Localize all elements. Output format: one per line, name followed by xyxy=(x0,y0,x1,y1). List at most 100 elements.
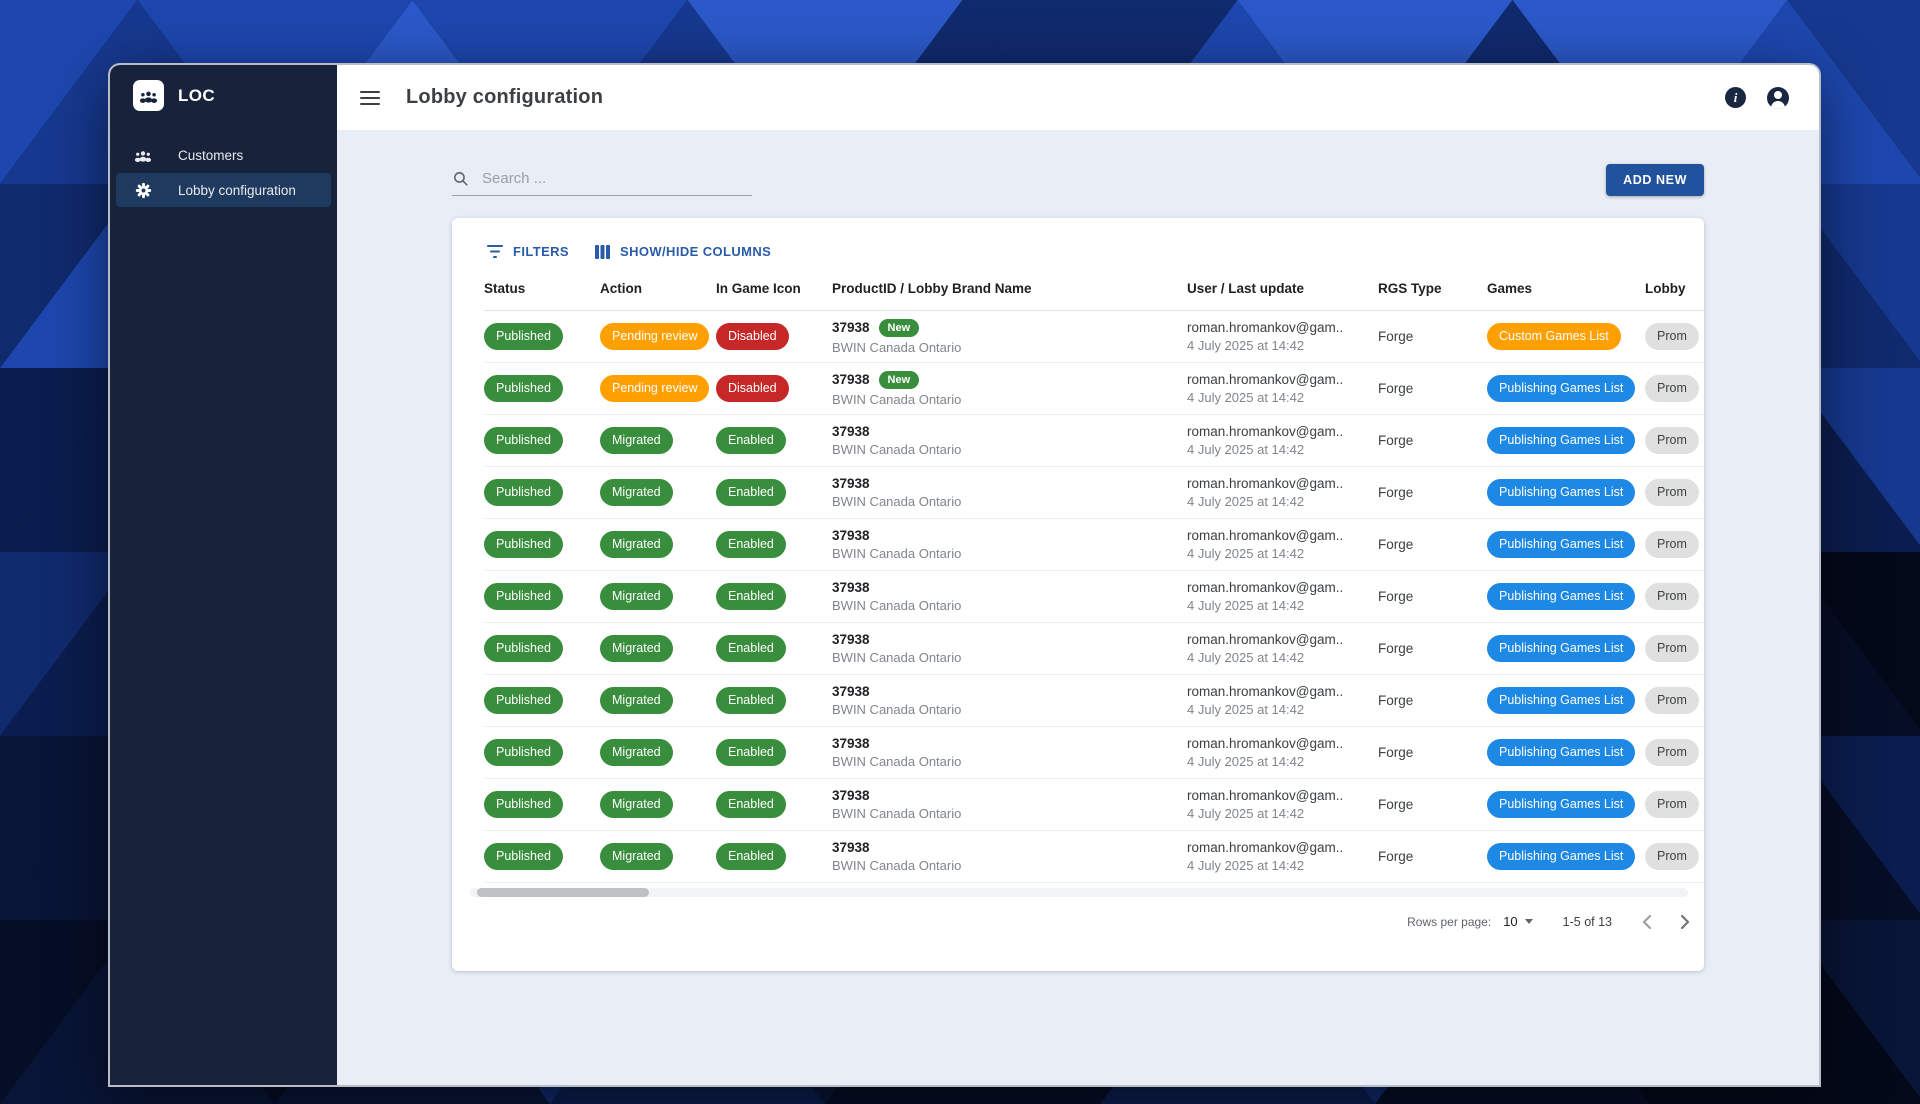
in-game-icon-badge: Enabled xyxy=(716,635,786,661)
product-id: 37938 xyxy=(832,320,870,335)
rows-per-page-select[interactable]: 10 xyxy=(1503,914,1532,929)
in-game-icon-badge: Disabled xyxy=(716,375,789,401)
filters-button[interactable]: FILTERS xyxy=(487,244,569,259)
brand-name: BWIN Canada Ontario xyxy=(832,806,1177,821)
sidebar-item-label: Customers xyxy=(178,148,243,163)
user-email: roman.hromankov@gam.. xyxy=(1187,528,1368,543)
user-email: roman.hromankov@gam.. xyxy=(1187,580,1368,595)
app-window: LOC Customers xyxy=(110,65,1819,1085)
sidebar: LOC Customers xyxy=(110,65,337,1085)
rgs-type: Forge xyxy=(1378,849,1413,864)
last-update: 4 July 2025 at 14:42 xyxy=(1187,858,1368,873)
sidebar-item-customers[interactable]: Customers xyxy=(116,138,331,172)
user-email: roman.hromankov@gam.. xyxy=(1187,320,1368,335)
column-header: Status xyxy=(484,271,600,311)
scrollbar-thumb[interactable] xyxy=(477,888,649,897)
show-hide-columns-label: SHOW/HIDE COLUMNS xyxy=(620,244,771,259)
brand-name: BWIN Canada Ontario xyxy=(832,546,1177,561)
previous-page-button[interactable] xyxy=(1642,915,1651,929)
last-update: 4 July 2025 at 14:42 xyxy=(1187,598,1368,613)
user-email: roman.hromankov@gam.. xyxy=(1187,632,1368,647)
table-row[interactable]: PublishedMigratedEnabled37938BWIN Canada… xyxy=(484,519,1704,571)
add-new-button[interactable]: ADD NEW xyxy=(1606,164,1704,196)
brand-name: BWIN Canada Ontario xyxy=(832,858,1177,873)
table-row[interactable]: PublishedMigratedEnabled37938BWIN Canada… xyxy=(484,623,1704,675)
rgs-type: Forge xyxy=(1378,693,1413,708)
table-row[interactable]: PublishedPending reviewDisabled37938NewB… xyxy=(484,363,1704,415)
show-hide-columns-button[interactable]: SHOW/HIDE COLUMNS xyxy=(595,244,771,259)
action-badge: Migrated xyxy=(600,739,673,765)
lobby-badge: Prom xyxy=(1645,739,1699,765)
table-row[interactable]: PublishedMigratedEnabled37938BWIN Canada… xyxy=(484,571,1704,623)
main-area: Lobby configuration ADD NEW xyxy=(337,65,1819,1085)
rgs-type: Forge xyxy=(1378,797,1413,812)
status-badge: Published xyxy=(484,323,563,349)
product-id: 37938 xyxy=(832,840,870,855)
rgs-type: Forge xyxy=(1378,433,1413,448)
new-badge: New xyxy=(879,319,920,337)
last-update: 4 July 2025 at 14:42 xyxy=(1187,546,1368,561)
games-badge: Publishing Games List xyxy=(1487,479,1635,505)
table-wrap: StatusActionIn Game IconProductID / Lobb… xyxy=(452,271,1704,883)
action-badge: Pending review xyxy=(600,375,709,401)
table-row[interactable]: PublishedMigratedEnabled37938BWIN Canada… xyxy=(484,831,1704,883)
search-input[interactable] xyxy=(480,169,752,188)
in-game-icon-badge: Enabled xyxy=(716,479,786,505)
next-page-button[interactable] xyxy=(1681,915,1690,929)
horizontal-scrollbar[interactable] xyxy=(470,888,1688,897)
info-icon[interactable] xyxy=(1725,87,1746,108)
logo-people-icon xyxy=(133,80,164,111)
column-header: In Game Icon xyxy=(716,271,832,311)
in-game-icon-badge: Enabled xyxy=(716,687,786,713)
games-badge: Publishing Games List xyxy=(1487,635,1635,661)
sidebar-item-lobby-configuration[interactable]: Lobby configuration xyxy=(116,173,331,207)
column-header: Lobby xyxy=(1645,271,1704,311)
user-email: roman.hromankov@gam.. xyxy=(1187,736,1368,751)
lobby-badge: Prom xyxy=(1645,843,1699,869)
games-badge: Publishing Games List xyxy=(1487,375,1635,401)
action-badge: Migrated xyxy=(600,427,673,453)
status-badge: Published xyxy=(484,843,563,869)
in-game-icon-badge: Enabled xyxy=(716,739,786,765)
last-update: 4 July 2025 at 14:42 xyxy=(1187,390,1368,405)
pagination: Rows per page: 10 1-5 of 13 xyxy=(452,897,1704,929)
rgs-type: Forge xyxy=(1378,537,1413,552)
in-game-icon-badge: Enabled xyxy=(716,843,786,869)
table-row[interactable]: PublishedMigratedEnabled37938BWIN Canada… xyxy=(484,467,1704,519)
gear-icon xyxy=(133,182,153,199)
user-email: roman.hromankov@gam.. xyxy=(1187,476,1368,491)
table-row[interactable]: PublishedPending reviewDisabled37938NewB… xyxy=(484,311,1704,363)
table-row[interactable]: PublishedMigratedEnabled37938BWIN Canada… xyxy=(484,415,1704,467)
search-field[interactable] xyxy=(452,169,752,196)
games-badge: Publishing Games List xyxy=(1487,843,1635,869)
topbar: Lobby configuration xyxy=(337,65,1819,130)
table-row[interactable]: PublishedMigratedEnabled37938BWIN Canada… xyxy=(484,779,1704,831)
in-game-icon-badge: Enabled xyxy=(716,583,786,609)
menu-icon[interactable] xyxy=(360,91,380,105)
product-id: 37938 xyxy=(832,684,870,699)
games-badge: Custom Games List xyxy=(1487,323,1621,349)
last-update: 4 July 2025 at 14:42 xyxy=(1187,806,1368,821)
rgs-type: Forge xyxy=(1378,485,1413,500)
user-email: roman.hromankov@gam.. xyxy=(1187,424,1368,439)
app-logo: LOC xyxy=(110,65,337,111)
filters-label: FILTERS xyxy=(513,244,569,259)
brand-name: BWIN Canada Ontario xyxy=(832,702,1177,717)
lobby-badge: Prom xyxy=(1645,583,1699,609)
product-id: 37938 xyxy=(832,580,870,595)
last-update: 4 July 2025 at 14:42 xyxy=(1187,702,1368,717)
column-header: Games xyxy=(1487,271,1645,311)
table-row[interactable]: PublishedMigratedEnabled37938BWIN Canada… xyxy=(484,675,1704,727)
table-row[interactable]: PublishedMigratedEnabled37938BWIN Canada… xyxy=(484,727,1704,779)
action-badge: Migrated xyxy=(600,635,673,661)
status-badge: Published xyxy=(484,739,563,765)
account-icon[interactable] xyxy=(1767,87,1789,109)
lobby-badge: Prom xyxy=(1645,323,1699,349)
in-game-icon-badge: Enabled xyxy=(716,791,786,817)
in-game-icon-badge: Enabled xyxy=(716,531,786,557)
sidebar-nav: Customers Lobby configur xyxy=(110,138,337,207)
rows-per-page-value: 10 xyxy=(1503,914,1517,929)
column-header: RGS Type xyxy=(1378,271,1487,311)
product-id: 37938 xyxy=(832,632,870,647)
product-id: 37938 xyxy=(832,372,870,387)
